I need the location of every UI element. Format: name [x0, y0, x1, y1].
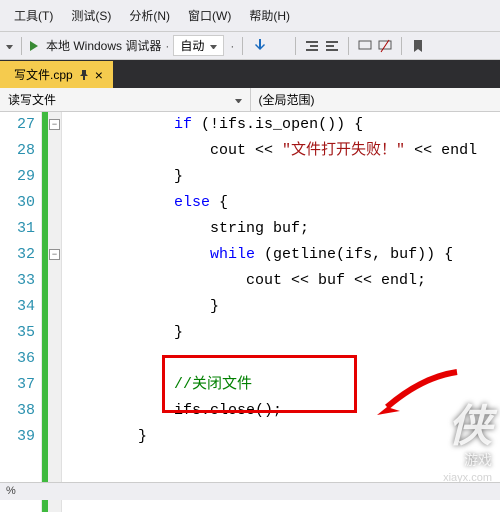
toolbar-button[interactable]	[271, 38, 287, 54]
pin-icon[interactable]	[79, 70, 89, 80]
navigation-bar: 读写文件 (全局范围)	[0, 88, 500, 112]
member-dropdown[interactable]: (全局范围)	[251, 88, 500, 111]
tab-label: 写文件.cpp	[14, 66, 73, 83]
step-into-icon[interactable]	[251, 38, 267, 54]
fold-icon[interactable]: −	[49, 249, 60, 260]
status-bar: %	[0, 482, 500, 500]
code-editor[interactable]: 27 28 29 30 31 32 33 34 35 36 37 38 39 −…	[0, 112, 500, 512]
file-tab[interactable]: 写文件.cpp ×	[0, 61, 113, 88]
indent-left-icon[interactable]	[304, 38, 320, 54]
chevron-down-icon	[235, 96, 242, 103]
menu-window[interactable]: 窗口(W)	[180, 4, 239, 27]
indent-right-icon[interactable]	[324, 38, 340, 54]
toolbar: 本地 Windows 调试器 · 自动 ·	[0, 32, 500, 60]
divider	[348, 37, 349, 55]
config-dropdown[interactable]: 自动	[173, 35, 224, 56]
divider	[21, 37, 22, 55]
play-icon[interactable]	[30, 41, 38, 51]
tab-strip: 写文件.cpp ×	[0, 60, 500, 88]
menu-bar: 工具(T) 测试(S) 分析(N) 窗口(W) 帮助(H)	[0, 0, 500, 32]
close-icon[interactable]: ×	[95, 67, 103, 83]
uncomment-icon[interactable]	[377, 38, 393, 54]
divider	[295, 37, 296, 55]
menu-help[interactable]: 帮助(H)	[241, 4, 298, 27]
line-numbers: 27 28 29 30 31 32 33 34 35 36 37 38 39	[0, 112, 42, 512]
menu-analyze[interactable]: 分析(N)	[121, 4, 178, 27]
chevron-down-icon	[210, 42, 217, 49]
dropdown-icon[interactable]	[6, 42, 13, 49]
divider	[242, 37, 243, 55]
watermark: 侠 游戏 xiayx.com	[443, 390, 492, 484]
bookmark-icon[interactable]	[410, 38, 426, 54]
menu-tools[interactable]: 工具(T)	[6, 4, 61, 27]
code-area[interactable]: if (!ifs.is_open()) { cout << "文件打开失败！" …	[62, 112, 500, 512]
menu-test[interactable]: 测试(S)	[63, 4, 119, 27]
divider	[401, 37, 402, 55]
scope-dropdown[interactable]: 读写文件	[0, 88, 251, 111]
fold-icon[interactable]: −	[49, 119, 60, 130]
fold-gutter: − −	[48, 112, 62, 512]
debug-button[interactable]: 本地 Windows 调试器	[46, 37, 161, 54]
comment-icon[interactable]	[357, 38, 373, 54]
